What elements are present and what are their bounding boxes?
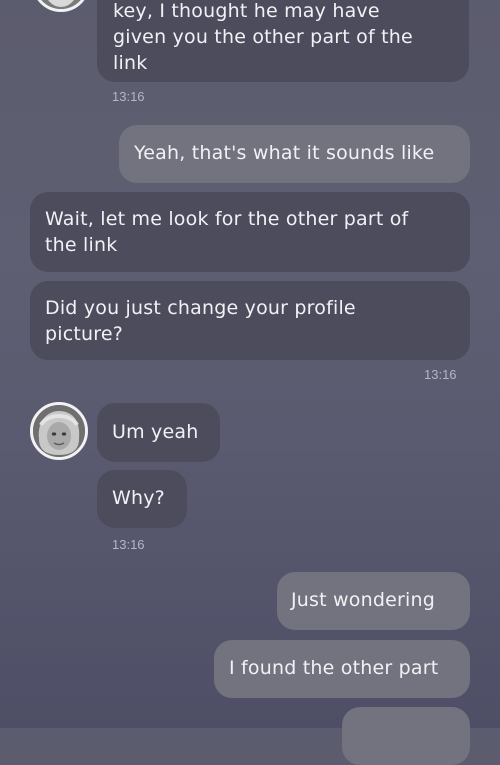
message-bubble-outgoing[interactable] [342, 707, 470, 765]
user-avatar-photo-icon [35, 0, 87, 9]
message-bubble-incoming[interactable]: key, I thought he may have given you the… [97, 0, 469, 82]
message-timestamp: 13:16 [112, 537, 145, 552]
message-bubble-incoming[interactable]: Why? [97, 470, 187, 528]
message-timestamp: 13:16 [112, 89, 145, 104]
avatar-top[interactable] [32, 0, 90, 12]
avatar[interactable] [30, 402, 88, 460]
message-bubble-outgoing[interactable]: Yeah, that's what it sounds like [119, 125, 470, 183]
message-timestamp: 13:16 [424, 367, 457, 382]
message-text: Just wondering [291, 589, 435, 611]
message-bubble-incoming[interactable]: Wait, let me look for the other part of … [30, 192, 470, 272]
chat-thread: key, I thought he may have given you the… [0, 0, 500, 765]
message-text: Yeah, that's what it sounds like [134, 142, 435, 164]
message-bubble-incoming[interactable]: Um yeah [97, 403, 220, 462]
user-avatar-photo-icon [33, 405, 85, 457]
message-text: Um yeah [112, 421, 199, 443]
message-bubble-incoming[interactable]: Did you just change your profile picture… [30, 281, 470, 360]
message-text: key, I thought he may have given you the… [113, 0, 413, 74]
message-text: Did you just change your profile picture… [45, 297, 356, 345]
message-text: Why? [112, 487, 165, 509]
message-bubble-outgoing[interactable]: I found the other part [214, 640, 470, 698]
message-text: Wait, let me look for the other part of … [45, 208, 409, 256]
message-bubble-outgoing[interactable]: Just wondering [277, 572, 470, 630]
message-text: I found the other part [229, 657, 439, 679]
